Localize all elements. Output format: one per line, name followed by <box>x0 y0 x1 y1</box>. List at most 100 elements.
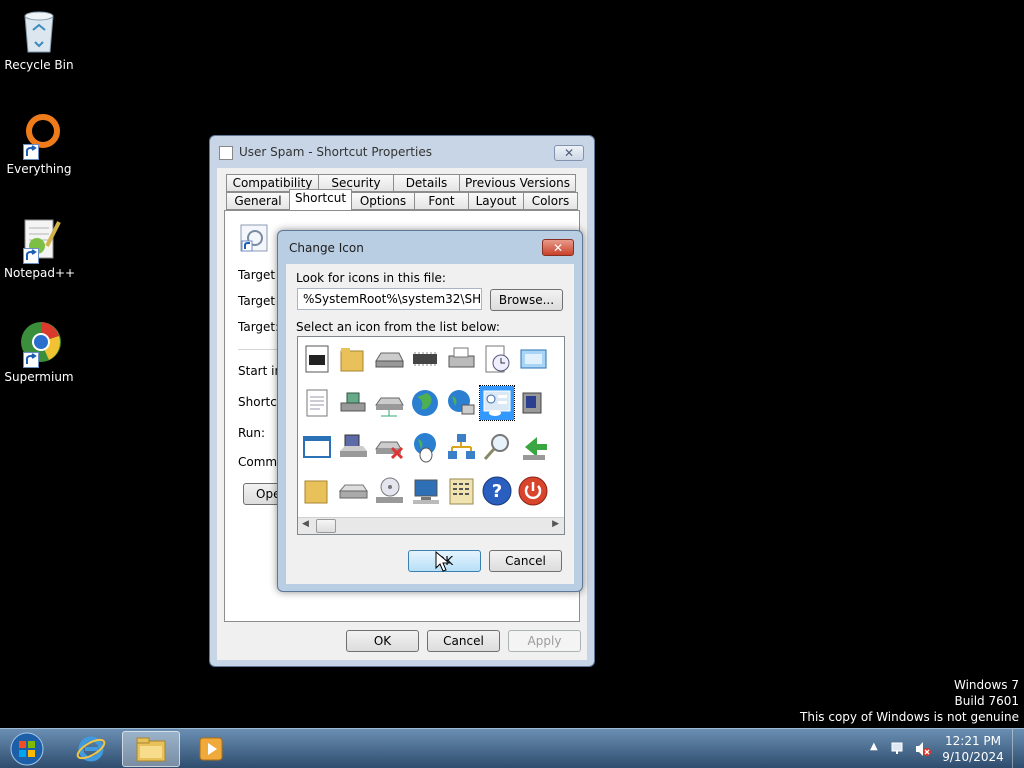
window-title: User Spam - Shortcut Properties <box>239 145 432 159</box>
watermark-line: Build 7601 <box>954 694 1019 708</box>
mouse-cursor-icon <box>435 551 451 572</box>
everything-icon <box>15 112 63 160</box>
drive-error-icon[interactable] <box>372 430 406 464</box>
printer-icon[interactable] <box>444 342 478 376</box>
shortcut-arrow-icon <box>23 144 39 160</box>
taskbar-file-explorer[interactable] <box>122 731 180 767</box>
taskbar-media-player[interactable] <box>182 731 240 767</box>
desktop-icon-label: Everything <box>6 162 72 176</box>
svg-text:?: ? <box>492 481 502 502</box>
internet-explorer-icon <box>76 736 106 762</box>
scroll-right-icon[interactable]: ▶ <box>552 519 559 529</box>
change-icon-dialog: Change Icon ✕ Look for icons in this fil… <box>277 230 583 592</box>
supermium-icon <box>15 320 63 368</box>
taskbar: ▲ 12:21 PM 9/10/2024 <box>0 728 1024 768</box>
run-label: Run: <box>238 426 266 440</box>
window-icon[interactable] <box>516 342 550 376</box>
taskbar-internet-explorer[interactable] <box>62 731 120 767</box>
dialog-title: Change Icon <box>289 241 364 255</box>
shortcut-arrow-icon <box>23 248 39 264</box>
start-button[interactable] <box>2 731 52 767</box>
look-for-icons-label: Look for icons in this file: <box>296 271 446 285</box>
show-desktop-button[interactable] <box>1012 729 1024 768</box>
partial-icon[interactable] <box>552 430 564 464</box>
clock-date: 9/10/2024 <box>942 750 1004 764</box>
target-label: Target: <box>238 320 280 334</box>
control-panel-icon[interactable] <box>479 385 515 421</box>
search-icon[interactable] <box>480 430 514 464</box>
cd-drive-icon[interactable] <box>372 474 406 508</box>
network-icon[interactable] <box>444 430 478 464</box>
cancel-button[interactable]: Cancel <box>427 630 500 652</box>
icon-file-path-input[interactable]: %SystemRoot%\system32\SHELL32 <box>297 288 482 310</box>
volume-muted-icon[interactable] <box>914 740 932 758</box>
tab-details[interactable]: Details <box>393 174 460 192</box>
close-button[interactable]: ✕ <box>542 239 574 256</box>
tab-general[interactable]: General <box>226 192 290 210</box>
arrow-drive-icon[interactable] <box>516 430 550 464</box>
desktop-icon-notepad-plus-plus[interactable]: Notepad++ <box>4 216 76 280</box>
shortcut-arrow-icon <box>23 352 39 368</box>
clock-time: 12:21 PM <box>945 734 1001 748</box>
close-button[interactable]: ✕ <box>554 145 584 161</box>
globe-icon[interactable] <box>408 386 442 420</box>
watermark-line: This copy of Windows is not genuine <box>800 710 1019 724</box>
taskbar-clock[interactable]: 12:21 PM 9/10/2024 <box>938 733 1008 765</box>
help-icon[interactable]: ? <box>480 474 514 508</box>
watermark-line: Windows 7 <box>953 678 1019 692</box>
tab-colors[interactable]: Colors <box>523 192 578 210</box>
dialog-client-area: Look for icons in this file: %SystemRoot… <box>286 264 574 584</box>
shortcut-file-icon <box>239 223 271 255</box>
apply-button[interactable]: Apply <box>508 630 581 652</box>
computer-icon[interactable] <box>408 474 442 508</box>
notepad-plus-plus-icon <box>15 216 63 264</box>
icon-list[interactable]: ? ◀ ▶ <box>297 336 565 535</box>
start-orb-icon <box>10 732 44 766</box>
network-drive-icon[interactable] <box>336 386 370 420</box>
cancel-button[interactable]: Cancel <box>489 550 562 572</box>
device-icon[interactable] <box>516 386 550 420</box>
media-player-icon <box>199 737 223 761</box>
desktop-icon-supermium[interactable]: Supermium <box>4 320 74 384</box>
floppy-icon[interactable] <box>336 430 370 464</box>
partial-icon[interactable] <box>552 342 564 376</box>
clock-document-icon[interactable] <box>480 342 514 376</box>
drive-icon[interactable] <box>372 342 406 376</box>
network-status-icon[interactable] <box>890 740 908 758</box>
shortcut-arrow-icon[interactable] <box>552 386 564 420</box>
network-globe-icon[interactable] <box>444 386 478 420</box>
tab-previous-versions[interactable]: Previous Versions <box>459 174 576 192</box>
tab-shortcut[interactable]: Shortcut <box>289 189 352 210</box>
desktop-icon-label: Recycle Bin <box>4 58 74 72</box>
browse-button[interactable]: Browse... <box>490 289 563 311</box>
scrollbar-thumb[interactable] <box>316 519 336 533</box>
unknown-file-icon[interactable] <box>300 342 334 376</box>
folder-icon[interactable] <box>336 342 370 376</box>
shared-drive-icon[interactable] <box>372 386 406 420</box>
tab-layout[interactable]: Layout <box>468 192 524 210</box>
desktop-icon-recycle-bin[interactable]: Recycle Bin <box>4 8 74 72</box>
hard-drive-icon[interactable] <box>336 474 370 508</box>
tab-font[interactable]: Font <box>414 192 469 210</box>
select-icon-label: Select an icon from the list below: <box>296 320 500 334</box>
partial-icon[interactable] <box>552 474 564 508</box>
desktop-icon-everything[interactable]: Everything <box>4 112 74 176</box>
text-document-icon[interactable] <box>300 386 334 420</box>
desktop-icon-label: Notepad++ <box>4 266 76 280</box>
close-icon: ✕ <box>552 240 564 255</box>
window-app-icon <box>219 146 233 160</box>
ok-button[interactable]: OK <box>346 630 419 652</box>
horizontal-scrollbar[interactable]: ◀ ▶ <box>298 517 564 534</box>
recycle-bin-icon <box>15 8 63 56</box>
blank-window-icon[interactable] <box>300 430 334 464</box>
show-hidden-icons-icon[interactable]: ▲ <box>870 741 878 752</box>
power-icon[interactable] <box>516 474 550 508</box>
folder-open-icon[interactable] <box>300 474 334 508</box>
windows-watermark: Windows 7 Build 7601 This copy of Window… <box>800 678 1019 724</box>
tab-options[interactable]: Options <box>351 192 415 210</box>
globe-mouse-icon[interactable] <box>408 430 442 464</box>
chip-icon[interactable] <box>408 342 442 376</box>
calculator-icon[interactable] <box>444 474 478 508</box>
close-icon: ✕ <box>563 146 575 160</box>
scroll-left-icon[interactable]: ◀ <box>302 519 309 529</box>
